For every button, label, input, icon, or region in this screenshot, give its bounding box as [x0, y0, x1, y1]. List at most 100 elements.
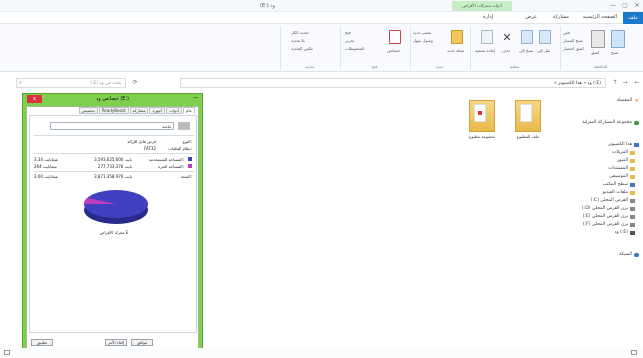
- ribbon-group-organize: ✕ نقل إلى نسخ إلى حذف إعادة تسمية تنظيم: [470, 26, 558, 70]
- nav-removable-e[interactable]: (E:) ود: [615, 230, 635, 235]
- ribbon-delete-label[interactable]: حذف: [502, 48, 511, 53]
- nav-label: سطح المكتب: [602, 182, 628, 187]
- nav-this-pc[interactable]: هذا الكمبيوتر: [608, 142, 639, 147]
- delete-icon[interactable]: ✕: [501, 32, 513, 44]
- nav-music[interactable]: الموسيقى: [609, 174, 635, 179]
- ribbon-history-label[interactable]: المحفوظات: [345, 46, 364, 51]
- nav-drive-d[interactable]: برن القرص المحلي (D:): [582, 206, 635, 211]
- address-bar[interactable]: (E:) ود « هذا الكمبيوتر «: [180, 78, 606, 88]
- dialog-tab-sharing[interactable]: مشاركة: [129, 107, 149, 114]
- back-icon[interactable]: ←: [632, 78, 642, 88]
- ribbon-edit-label[interactable]: تحرير: [345, 38, 354, 43]
- dialog-tab-general[interactable]: عام: [182, 107, 195, 114]
- type-value: قرص قابل للإزالة: [127, 139, 156, 144]
- nav-drive-c[interactable]: القرص المحلي (C:): [591, 198, 635, 203]
- properties-icon[interactable]: [389, 30, 401, 44]
- copy-to-icon[interactable]: [521, 30, 533, 44]
- folder-icon: [630, 166, 635, 171]
- forward-icon[interactable]: →: [620, 78, 630, 88]
- folder-item[interactable]: مجموعة مطبوع: [462, 100, 502, 139]
- dialog-minimize-icon[interactable]: —: [193, 95, 198, 101]
- nav-documents[interactable]: المستندات: [608, 166, 635, 171]
- used-legend-swatch: [188, 157, 192, 161]
- tab-file[interactable]: ملف: [623, 12, 643, 24]
- drive-icon: [630, 222, 635, 227]
- folder-label: ملف المطبوع: [516, 134, 540, 139]
- maximize-icon[interactable]: ▢: [619, 0, 631, 12]
- nav-downloads[interactable]: التنزيلات: [612, 150, 635, 155]
- dialog-title: خصائص ود (E:): [95, 96, 130, 102]
- status-bar: [0, 348, 643, 358]
- cancel-button[interactable]: إلغاء الأمر: [105, 339, 127, 346]
- nav-label: برن القرص المحلي (E:): [582, 214, 628, 219]
- ribbon-select-none-label[interactable]: بلا تحديد: [291, 38, 305, 43]
- ribbon-invert-label[interactable]: عكس التحديد: [291, 46, 313, 51]
- folder-item[interactable]: ملف المطبوع: [508, 100, 548, 139]
- new-folder-icon[interactable]: [451, 30, 463, 44]
- capacity-gb: 3.60 غيغابايت: [34, 174, 59, 179]
- details-view-icon[interactable]: [4, 350, 10, 355]
- ribbon-properties-label[interactable]: خصائص: [387, 48, 400, 53]
- ribbon-copy-path-label[interactable]: نسخ المسار: [563, 38, 583, 43]
- copy-icon[interactable]: [611, 30, 625, 48]
- ribbon-new-item-label[interactable]: عنصر جديد: [413, 30, 431, 35]
- group-label-select: تحديد: [304, 64, 314, 69]
- ribbon-rename-label[interactable]: إعادة تسمية: [475, 48, 495, 53]
- nav-network[interactable]: الشبكة: [619, 252, 639, 257]
- nav-favorites[interactable]: ★ المفضلة: [617, 98, 639, 103]
- ok-button[interactable]: موافق: [131, 339, 153, 346]
- drive-icon: [630, 214, 635, 219]
- free-legend-swatch: [188, 164, 192, 168]
- ribbon-cut-label[interactable]: قص: [563, 30, 570, 35]
- apply-button[interactable]: تطبيق: [31, 339, 53, 346]
- thumbnails-view-icon[interactable]: [631, 350, 637, 355]
- context-tab[interactable]: أدوات محركات الأقراص: [452, 1, 512, 11]
- paste-icon[interactable]: [591, 30, 605, 48]
- nav-label: مجموعة المشاركة المنزلية: [582, 120, 632, 125]
- ribbon-move-label[interactable]: نقل إلى: [537, 48, 550, 53]
- move-to-icon[interactable]: [539, 30, 551, 44]
- ribbon-new-folder-label[interactable]: مجلد جديد: [447, 48, 464, 53]
- nav-videos[interactable]: ملفات الفيديو: [603, 190, 635, 195]
- ribbon-paste-shortcut-label[interactable]: لصق اختصار: [563, 46, 584, 51]
- ribbon-copyto-label[interactable]: نسخ إلى: [519, 48, 533, 53]
- ribbon-copy-label[interactable]: نسخ: [611, 50, 618, 55]
- ribbon-easy-access-label[interactable]: وصول سهل: [413, 38, 433, 43]
- dialog-tab-hardware[interactable]: أجهزة: [149, 107, 166, 114]
- refresh-icon[interactable]: ⟳: [130, 78, 140, 88]
- nav-homegroup[interactable]: مجموعة المشاركة المنزلية: [582, 120, 639, 125]
- nav-desktop[interactable]: سطح المكتب: [603, 182, 635, 187]
- ribbon-group-select: تحديد الكل بلا تحديد عكس التحديد تحديد: [280, 26, 338, 70]
- ribbon-paste-label[interactable]: لصق: [591, 50, 599, 55]
- tab-manage[interactable]: إدارة: [483, 14, 493, 23]
- ribbon-open-label[interactable]: فتح: [345, 30, 351, 35]
- dialog-tab-readyboost[interactable]: ReadyBoost: [98, 107, 129, 114]
- nav-drive-f[interactable]: برن القرص المحلي (F:): [583, 222, 635, 227]
- dialog-close-button[interactable]: x: [27, 95, 42, 103]
- minimize-icon[interactable]: —: [607, 0, 619, 12]
- tab-view[interactable]: عرض: [525, 14, 537, 23]
- title-bar: (E:) ود أدوات محركات الأقراص — ▢ ✕: [0, 0, 643, 12]
- fs-label: نظام الملفات:: [168, 146, 192, 151]
- search-icon: ⌕: [19, 80, 22, 86]
- drive-icon: [630, 198, 635, 203]
- dialog-tab-customize[interactable]: تخصيص: [78, 107, 98, 114]
- tab-home[interactable]: الصفحة الرئيسية: [583, 14, 618, 23]
- tab-share[interactable]: مشاركة: [553, 14, 569, 23]
- folder-label: مجموعة مطبوع: [469, 134, 495, 139]
- folder-icon: [630, 190, 635, 195]
- window-buttons: — ▢ ✕: [607, 0, 643, 12]
- rename-icon[interactable]: [481, 30, 493, 44]
- up-icon[interactable]: ↑: [610, 78, 620, 88]
- nav-drive-e[interactable]: برن القرص المحلي (E:): [583, 214, 635, 219]
- search-input[interactable]: بحث في ود (E:) ⌕: [16, 78, 126, 88]
- nav-pictures[interactable]: الصور: [617, 158, 635, 163]
- dialog-tabs: عام أدوات أجهزة مشاركة ReadyBoost تخصيص: [27, 107, 198, 115]
- used-label: المساحة المستخدمة:: [148, 157, 184, 162]
- ribbon-select-all-label[interactable]: تحديد الكل: [291, 30, 309, 35]
- drive-name-input[interactable]: ماشة: [50, 122, 174, 130]
- nav-label: برن القرص المحلي (F:): [582, 222, 628, 227]
- star-icon: ★: [634, 97, 639, 104]
- dialog-tab-tools[interactable]: أدوات: [166, 107, 182, 114]
- close-icon[interactable]: ✕: [631, 0, 643, 12]
